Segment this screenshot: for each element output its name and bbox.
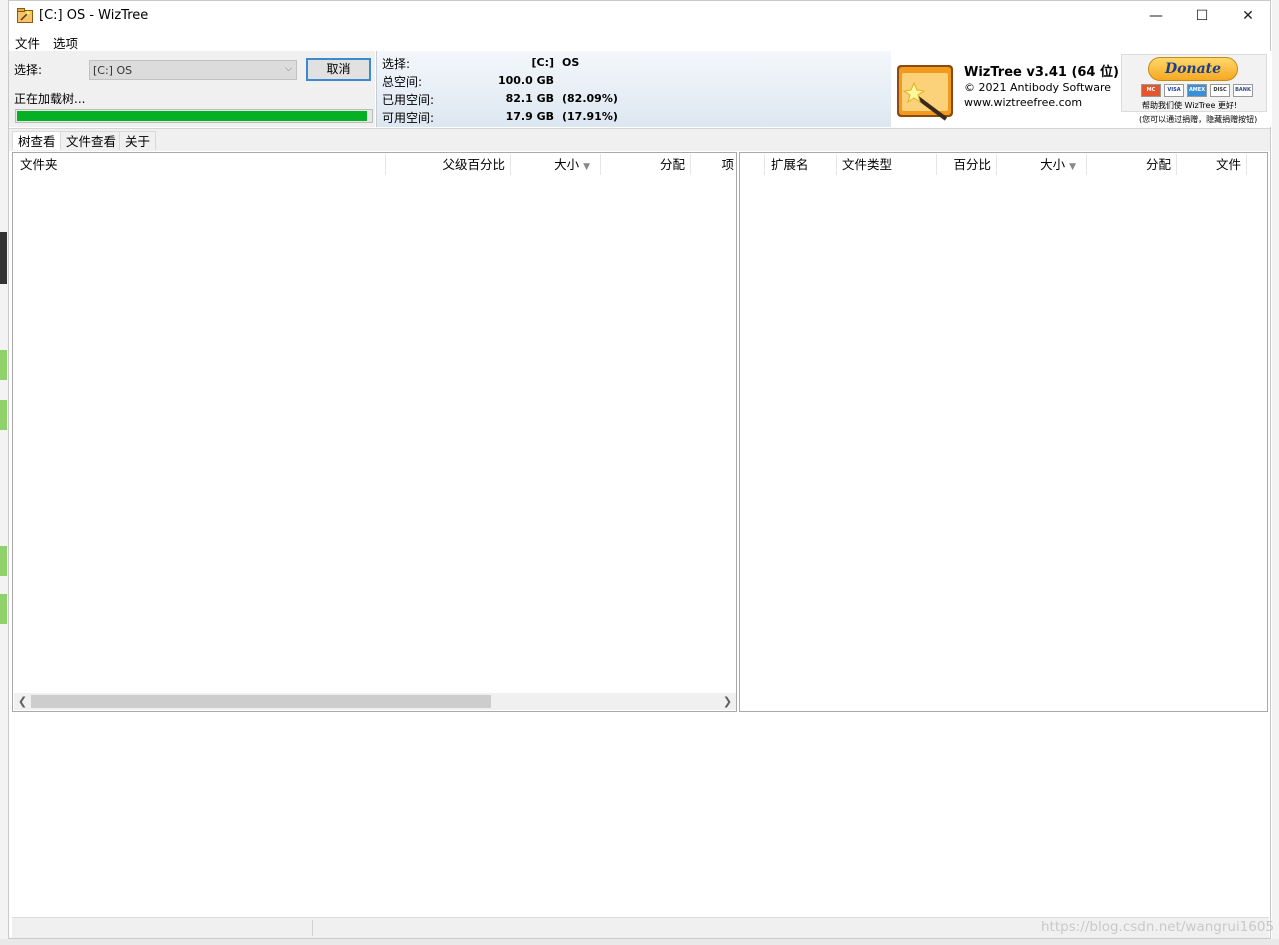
- menu-bar: [9, 31, 1270, 51]
- desktop-fragment-dark: [0, 232, 7, 284]
- product-name: WizTree v3.41 (64 位): [964, 65, 1119, 80]
- info-select-label: 选择:: [382, 57, 411, 71]
- card-mastercard-icon: MC: [1141, 84, 1161, 97]
- info-free-value: 17.9 GB: [505, 110, 554, 123]
- info-used-label: 已用空间:: [382, 93, 435, 107]
- column-color[interactable]: [740, 154, 765, 175]
- column-allocated[interactable]: 分配: [601, 154, 691, 175]
- tab-file-view[interactable]: 文件查看: [60, 131, 123, 150]
- cancel-button[interactable]: 取消: [306, 58, 371, 81]
- loading-progress-fill: [17, 111, 367, 121]
- column-ext-allocated[interactable]: 分配: [1087, 154, 1177, 175]
- column-ext-size-label: 大小: [1040, 157, 1066, 172]
- tree-view-pane[interactable]: [12, 152, 737, 712]
- tab-tree-view[interactable]: 树查看: [12, 131, 62, 150]
- tab-about[interactable]: 关于: [119, 131, 157, 150]
- tab-strip: [9, 129, 1270, 151]
- chevron-right-icon[interactable]: ❯: [719, 693, 736, 710]
- drive-select-value: [C:] OS: [93, 64, 133, 77]
- close-button[interactable]: ✕: [1225, 1, 1271, 31]
- card-discover-icon: DISC: [1210, 84, 1230, 97]
- desktop-fragment-green: [0, 546, 7, 576]
- column-parent-percent[interactable]: 父级百分比: [386, 154, 511, 175]
- loading-progress-bar: [15, 109, 373, 123]
- loading-status: 正在加载树...: [14, 92, 86, 106]
- wiztree-logo-icon: [897, 65, 953, 121]
- column-extension[interactable]: 扩展名: [765, 154, 837, 175]
- chevron-left-icon[interactable]: ❮: [14, 693, 31, 710]
- donate-help-text: 帮助我们使 WizTree 更好!: [1142, 101, 1238, 110]
- horizontal-scrollbar[interactable]: ❮ ❯: [14, 693, 736, 710]
- column-ext-size[interactable]: 大小 ▼: [997, 154, 1087, 175]
- info-select-name: OS: [562, 56, 580, 69]
- wiztree-app-icon: [17, 8, 33, 23]
- select-label: 选择:: [14, 63, 43, 77]
- watermark-text: https://blog.csdn.net/wangrui1605: [1041, 919, 1275, 935]
- desktop-fragment-green: [0, 594, 7, 624]
- desktop-background-left: [0, 0, 8, 945]
- desktop-background-right: [1272, 0, 1279, 945]
- maximize-icon: ☐: [1195, 8, 1209, 24]
- extension-view-pane[interactable]: [739, 152, 1268, 712]
- menu-item-options[interactable]: 选项: [53, 33, 78, 52]
- column-folder[interactable]: 文件夹: [13, 154, 386, 175]
- desktop-fragment-green: [0, 400, 7, 430]
- wiztree-window: [C:] OS - WizTree — ☐ ✕ 文件 选项 选择: [C:] O…: [8, 0, 1275, 939]
- minimize-button[interactable]: —: [1133, 1, 1179, 31]
- info-used-value: 82.1 GB: [505, 92, 554, 105]
- maximize-button[interactable]: ☐: [1179, 1, 1225, 31]
- column-file-type[interactable]: 文件类型: [837, 154, 937, 175]
- info-total-value: 100.0 GB: [497, 74, 554, 87]
- drive-select[interactable]: [C:] OS ⌵: [89, 60, 297, 80]
- status-divider: [312, 920, 313, 936]
- info-select-value: [C:]: [531, 56, 554, 69]
- column-files[interactable]: 文件: [1177, 154, 1247, 175]
- donate-panel: Donate MC VISA AMEX DISC BANK 帮助我们使 WizT…: [1121, 54, 1267, 112]
- donate-button[interactable]: Donate: [1148, 57, 1238, 81]
- copyright-text: © 2021 Antibody Software: [964, 81, 1112, 94]
- desktop-background-bottom: [0, 939, 1279, 945]
- chevron-down-icon: ⌵: [285, 64, 292, 74]
- info-total-label: 总空间:: [382, 75, 423, 89]
- column-percent[interactable]: 百分比: [937, 154, 997, 175]
- window-title: [C:] OS - WizTree: [39, 8, 149, 23]
- info-free-percent: (17.91%): [562, 110, 618, 123]
- close-icon: ✕: [1242, 8, 1254, 24]
- title-bar: [C:] OS - WizTree — ☐ ✕: [9, 1, 1270, 31]
- card-amex-icon: AMEX: [1187, 84, 1207, 97]
- column-size-label: 大小: [554, 157, 580, 172]
- column-items[interactable]: 项: [691, 154, 736, 175]
- menu-item-file[interactable]: 文件: [15, 33, 40, 52]
- info-free-label: 可用空间:: [382, 111, 435, 125]
- card-visa-icon: VISA: [1164, 84, 1184, 97]
- minimize-icon: —: [1149, 8, 1163, 24]
- info-used-percent: (82.09%): [562, 92, 618, 105]
- column-size[interactable]: 大小 ▼: [511, 154, 601, 175]
- sort-descending-icon: ▼: [1069, 162, 1076, 172]
- sort-descending-icon: ▼: [583, 162, 590, 172]
- scrollbar-thumb[interactable]: [31, 695, 491, 708]
- disk-info-panel: [376, 51, 892, 127]
- website-link[interactable]: www.wiztreefree.com: [964, 96, 1082, 109]
- donate-hint-text: (您可以通过捐赠，隐藏捐赠按钮): [1139, 115, 1258, 124]
- desktop-fragment-green: [0, 350, 7, 380]
- treemap-area[interactable]: [12, 715, 1267, 915]
- card-bank-icon: BANK: [1233, 84, 1253, 97]
